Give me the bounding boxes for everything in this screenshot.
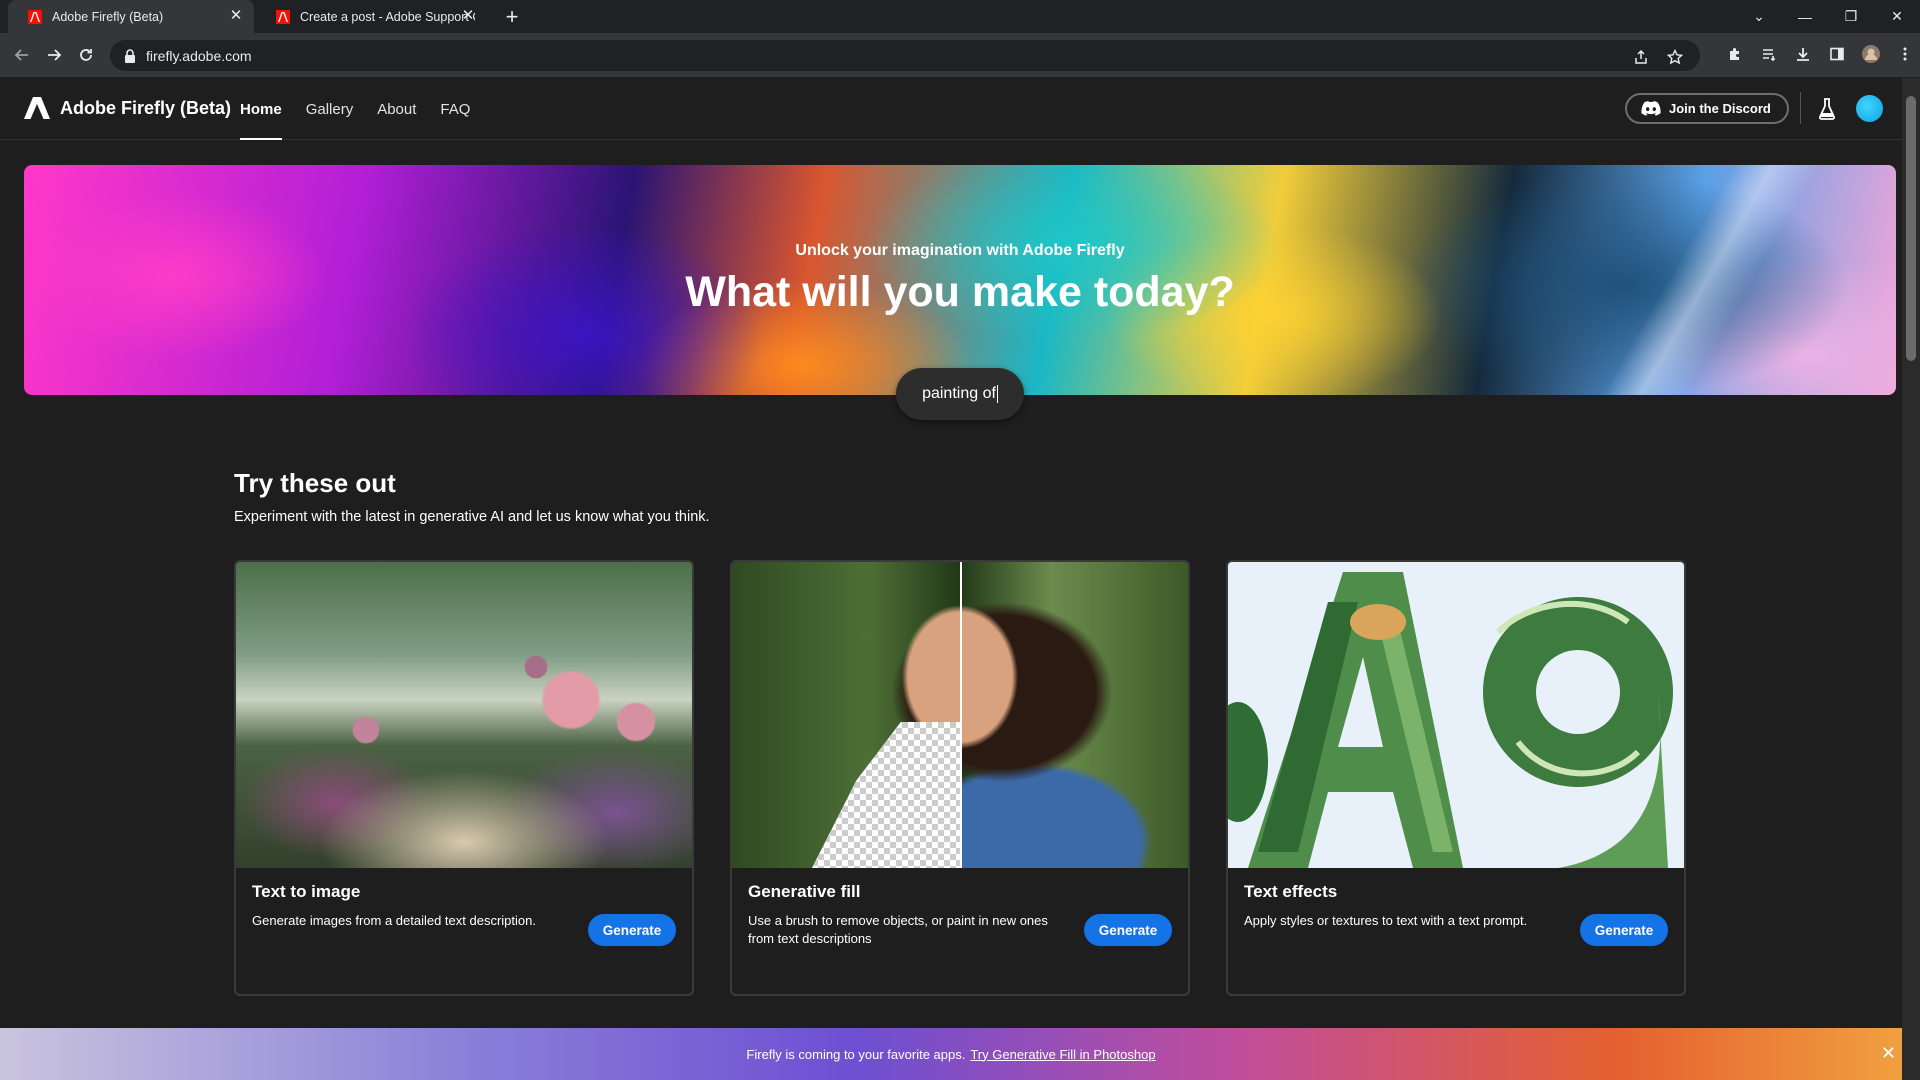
close-tab-icon[interactable]: ✕	[228, 8, 244, 24]
downloads-icon[interactable]	[1792, 43, 1814, 65]
nav-faq[interactable]: FAQ	[440, 78, 470, 140]
card-title: Generative fill	[748, 882, 861, 901]
hero-title: What will you make today?	[685, 268, 1235, 316]
restore-icon[interactable]: ❐	[1828, 0, 1874, 33]
card-title: Text to image	[252, 882, 361, 901]
scrollbar-thumb[interactable]	[1906, 96, 1916, 361]
card-description: Generate images from a detailed text des…	[252, 913, 536, 928]
adobe-favicon-icon	[276, 9, 290, 24]
brand-name: Adobe Firefly (Beta)	[60, 97, 232, 118]
section-subtitle: Experiment with the latest in generative…	[234, 509, 710, 525]
adobe-favicon-icon	[28, 9, 42, 24]
nav-gallery[interactable]: Gallery	[306, 78, 354, 140]
page-content: Adobe Firefly (Beta) Home Gallery About …	[0, 78, 1902, 1080]
browser-tabbar: Adobe Firefly (Beta) ✕ Create a post - A…	[0, 0, 1920, 33]
prompt-input[interactable]: painting of	[896, 368, 1024, 420]
transparency-checker	[812, 722, 960, 868]
text-effects-preview	[1228, 562, 1684, 868]
adobe-logo-icon	[24, 97, 50, 119]
nav-home[interactable]: Home	[240, 78, 282, 140]
tab-adobe-support[interactable]: Create a post - Adobe Support Community …	[256, 0, 486, 33]
leafy-letters-graphic	[1228, 572, 1673, 868]
text-to-image-preview	[236, 562, 692, 868]
profile-avatar-icon[interactable]	[1860, 43, 1882, 65]
join-discord-button[interactable]: Join the Discord	[1625, 93, 1789, 124]
labs-flask-icon[interactable]	[1818, 98, 1836, 125]
extensions-puzzle-icon[interactable]	[1724, 43, 1746, 65]
reading-list-icon[interactable]	[1758, 43, 1780, 65]
url-text: firefly.adobe.com	[146, 47, 252, 64]
banner-close-icon[interactable]: ✕	[1881, 1043, 1896, 1064]
share-icon[interactable]	[1630, 46, 1652, 68]
generative-fill-preview	[732, 562, 1188, 868]
browser-menu-icon[interactable]	[1894, 43, 1916, 65]
browser-toolbar: firefly.adobe.com	[0, 33, 1920, 78]
tab-adobe-firefly[interactable]: Adobe Firefly (Beta) ✕	[8, 0, 254, 33]
forward-icon[interactable]	[42, 43, 66, 67]
card-description: Apply styles or textures to text with a …	[1244, 913, 1528, 928]
tab-title: Adobe Firefly (Beta)	[52, 9, 164, 24]
card-generative-fill[interactable]: Generative fill Use a brush to remove ob…	[730, 560, 1190, 996]
card-text-to-image[interactable]: Text to image Generate images from a det…	[234, 560, 694, 996]
card-title: Text effects	[1244, 882, 1338, 901]
text-caret	[996, 385, 998, 403]
bookmark-star-icon[interactable]	[1664, 46, 1686, 68]
main-nav: Home Gallery About FAQ	[240, 78, 470, 140]
new-tab-icon[interactable]: +	[500, 4, 524, 30]
nav-about[interactable]: About	[377, 78, 416, 140]
page-scrollbar[interactable]	[1902, 78, 1920, 1080]
back-icon[interactable]	[10, 43, 34, 67]
section-title: Try these out	[234, 468, 396, 498]
url-bar[interactable]: firefly.adobe.com	[110, 40, 1700, 71]
bottom-banner: Firefly is coming to your favorite apps.…	[0, 1028, 1902, 1080]
app-header: Adobe Firefly (Beta) Home Gallery About …	[0, 78, 1902, 140]
banner-link[interactable]: Try Generative Fill in Photoshop	[970, 1047, 1155, 1062]
reload-icon[interactable]	[74, 43, 98, 67]
banner-text: Firefly is coming to your favorite apps.	[746, 1046, 966, 1062]
side-panel-icon[interactable]	[1826, 43, 1848, 65]
window-close-icon[interactable]: ✕	[1874, 0, 1920, 33]
generate-button[interactable]: Generate	[1580, 914, 1668, 946]
tab-search-chevron-icon[interactable]: ⌄	[1736, 0, 1782, 33]
brand[interactable]: Adobe Firefly (Beta)	[24, 97, 231, 119]
generate-button[interactable]: Generate	[1084, 914, 1172, 946]
close-tab-icon[interactable]: ✕	[460, 8, 476, 24]
generate-button[interactable]: Generate	[588, 914, 676, 946]
card-text-effects[interactable]: Text effects Apply styles or textures to…	[1226, 560, 1686, 996]
minimize-icon[interactable]: —	[1782, 0, 1828, 33]
discord-label: Join the Discord	[1669, 101, 1771, 116]
tab-title: Create a post - Adobe Support Community	[300, 9, 475, 24]
user-avatar[interactable]	[1856, 95, 1883, 122]
lock-icon	[125, 48, 135, 63]
header-divider	[1800, 92, 1801, 124]
prompt-value: painting of	[922, 385, 996, 402]
discord-icon	[1641, 101, 1661, 116]
before-after-divider	[960, 562, 962, 868]
card-description: Use a brush to remove objects, or paint …	[748, 913, 1048, 946]
hero-subtitle: Unlock your imagination with Adobe Firef…	[795, 242, 1125, 259]
